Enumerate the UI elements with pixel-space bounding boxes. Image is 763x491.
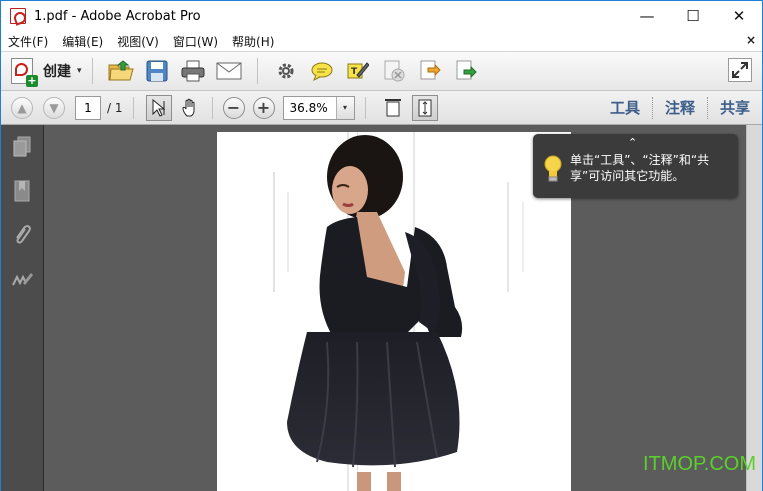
email-icon[interactable] bbox=[214, 56, 244, 86]
toolbar-separator bbox=[364, 96, 366, 119]
attachments-paperclip-icon[interactable] bbox=[10, 223, 34, 247]
acrobat-app-icon bbox=[10, 8, 26, 24]
toolbar-separator bbox=[211, 96, 213, 119]
zoom-in-button[interactable]: + bbox=[252, 96, 275, 119]
sign-pen-icon[interactable]: T bbox=[343, 56, 373, 86]
menu-help[interactable]: 帮助(H) bbox=[225, 33, 281, 50]
select-tool-button[interactable] bbox=[145, 94, 172, 121]
arrow-down-icon: ▼ bbox=[49, 100, 59, 115]
menu-file[interactable]: 文件(F) bbox=[1, 33, 55, 50]
chevron-up-icon[interactable]: ⌃ bbox=[628, 136, 637, 149]
create-pdf-icon bbox=[11, 58, 38, 87]
fit-page-button[interactable] bbox=[411, 94, 438, 121]
zoom-level-select[interactable]: 36.8% ▾ bbox=[282, 95, 355, 120]
next-page-button[interactable]: ▼ bbox=[43, 96, 65, 119]
create-label: 创建 bbox=[43, 64, 71, 80]
menu-view[interactable]: 视图(V) bbox=[110, 33, 166, 50]
toolbar-separator bbox=[132, 96, 134, 119]
maximize-button[interactable]: ☐ bbox=[670, 1, 716, 31]
title-bar: 1.pdf - Adobe Acrobat Pro — ☐ ✕ bbox=[1, 1, 762, 31]
cursor-arrow-icon bbox=[152, 98, 165, 117]
fit-width-icon bbox=[384, 98, 401, 116]
svg-text:T: T bbox=[351, 67, 358, 77]
minimize-button[interactable]: — bbox=[624, 1, 670, 31]
menu-window[interactable]: 窗口(W) bbox=[166, 33, 225, 50]
close-document-button[interactable]: × bbox=[746, 33, 756, 47]
fit-width-button[interactable] bbox=[380, 95, 406, 121]
hand-tool-button[interactable] bbox=[178, 95, 204, 121]
arrow-up-icon: ▲ bbox=[17, 100, 27, 115]
signatures-icon[interactable] bbox=[10, 267, 34, 291]
create-button[interactable]: 创建 ▾ bbox=[11, 56, 82, 87]
tab-share[interactable]: 共享 bbox=[708, 91, 762, 125]
expand-icon bbox=[732, 62, 748, 78]
open-folder-icon[interactable] bbox=[106, 56, 136, 86]
export-icon[interactable] bbox=[415, 56, 445, 86]
menu-edit[interactable]: 编辑(E) bbox=[55, 33, 110, 50]
toolbar-separator bbox=[91, 58, 93, 84]
pdf-page bbox=[217, 132, 571, 491]
bookmarks-icon[interactable] bbox=[10, 179, 34, 203]
print-icon[interactable] bbox=[178, 56, 208, 86]
tab-comment[interactable]: 注释 bbox=[653, 91, 707, 125]
fullscreen-expand-button[interactable] bbox=[728, 58, 752, 82]
page-total-label: / 1 bbox=[107, 100, 123, 115]
vertical-scrollbar[interactable] bbox=[746, 125, 762, 491]
toolbar-separator bbox=[256, 58, 258, 84]
main-toolbar: 创建 ▾ T bbox=[1, 51, 762, 91]
page-thumbnails-icon[interactable] bbox=[10, 135, 34, 159]
navigation-pane bbox=[1, 125, 44, 491]
previous-page-button[interactable]: ▲ bbox=[11, 96, 33, 119]
tab-tools[interactable]: 工具 bbox=[598, 91, 652, 125]
window-title: 1.pdf - Adobe Acrobat Pro bbox=[34, 8, 201, 24]
acrobat-window: 1.pdf - Adobe Acrobat Pro — ☐ ✕ 文件(F) 编辑… bbox=[0, 0, 763, 491]
chevron-down-icon[interactable]: ▾ bbox=[335, 96, 354, 119]
fit-page-icon bbox=[418, 99, 431, 116]
site-watermark: ITMOP.COM bbox=[643, 453, 756, 475]
zoom-value: 36.8% bbox=[289, 100, 328, 115]
chevron-down-icon: ▾ bbox=[77, 66, 82, 76]
task-pane-tabs: 工具 注释 共享 bbox=[598, 91, 762, 125]
feature-tooltip: ⌃ 单击“工具”、“注释”和“共享”可访问其它功能。 bbox=[533, 134, 738, 198]
hand-icon bbox=[181, 98, 194, 116]
close-button[interactable]: ✕ bbox=[716, 1, 762, 31]
delete-doc-icon[interactable] bbox=[379, 56, 409, 86]
share-icon[interactable] bbox=[451, 56, 481, 86]
window-controls: — ☐ ✕ bbox=[624, 1, 762, 31]
comment-icon[interactable] bbox=[307, 56, 337, 86]
save-icon[interactable] bbox=[142, 56, 172, 86]
lightbulb-icon bbox=[543, 154, 563, 187]
settings-gear-icon[interactable] bbox=[271, 56, 301, 86]
navigation-toolbar: ▲ ▼ 1 / 1 − + 36.8% ▾ 工具 注释 共享 bbox=[1, 91, 762, 125]
tooltip-text: 单击“工具”、“注释”和“共享”可访问其它功能。 bbox=[570, 153, 710, 183]
woman-photo-image bbox=[217, 132, 571, 491]
menu-bar: 文件(F) 编辑(E) 视图(V) 窗口(W) 帮助(H) × bbox=[1, 31, 762, 51]
zoom-out-button[interactable]: − bbox=[222, 96, 245, 119]
page-number-input[interactable]: 1 bbox=[75, 95, 101, 120]
